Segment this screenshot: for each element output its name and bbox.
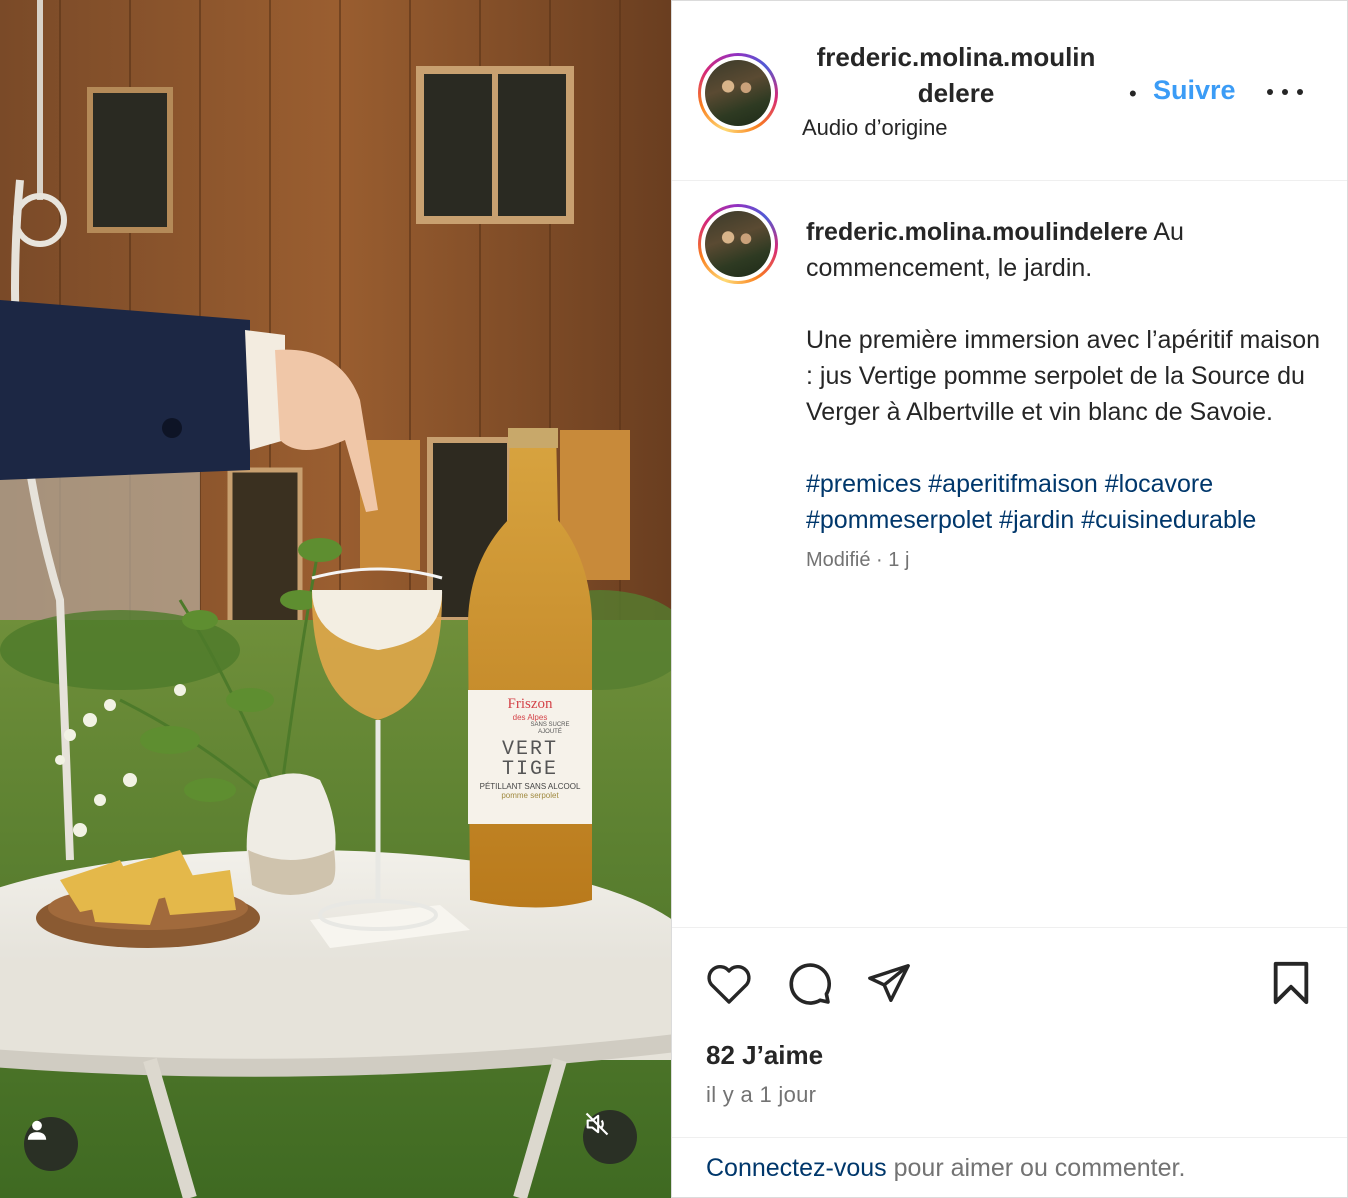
avatar-photo — [705, 211, 771, 277]
caption-section: frederic.molina.moulindelere Au commence… — [672, 182, 1347, 926]
hashtag[interactable]: #pommeserpolet — [806, 506, 992, 534]
user-icon — [27, 1120, 47, 1140]
login-rest: pour aimer ou commenter. — [886, 1154, 1186, 1182]
likes-count[interactable]: 82 J’aime — [706, 1040, 823, 1071]
caption: frederic.molina.moulindelere Au commence… — [806, 214, 1326, 574]
caption-avatar[interactable] — [698, 204, 778, 284]
like-button[interactable] — [704, 958, 754, 1008]
save-button[interactable] — [1266, 958, 1316, 1008]
post-age[interactable]: 1 j — [888, 549, 909, 571]
hashtag[interactable]: #aperitifmaison — [928, 470, 1098, 498]
post-details-panel: frederic.molina.moulin delere Audio d’or… — [671, 0, 1348, 1198]
post-photo — [0, 0, 671, 1198]
speaker-muted-icon — [585, 1112, 609, 1136]
post-media[interactable]: Friszon des Alpes SANS SUCRE AJOUTÉ VERT… — [0, 0, 671, 1198]
caption-body: Une première immersion avec l’apéritif m… — [806, 326, 1321, 426]
bookmark-icon — [1273, 961, 1309, 1005]
comment-icon — [789, 963, 832, 1005]
header-username-line1: frederic.molina.moulin — [816, 42, 1096, 72]
header-username[interactable]: frederic.molina.moulin delere — [797, 39, 1115, 111]
comment-button[interactable] — [784, 958, 834, 1008]
meta-separator: · — [870, 549, 889, 571]
avatar[interactable] — [698, 53, 778, 133]
hashtag[interactable]: #cuisinedurable — [1081, 506, 1256, 534]
post-header: frederic.molina.moulin delere Audio d’or… — [672, 1, 1347, 181]
paper-plane-icon — [868, 964, 910, 1002]
avatar-photo — [705, 60, 771, 126]
more-horizontal-icon — [1267, 89, 1273, 95]
login-link[interactable]: Connectez-vous — [706, 1154, 887, 1182]
audio-link[interactable]: Audio d’origine — [802, 115, 948, 141]
bottle-label: Friszon des Alpes SANS SUCRE AJOUTÉ VERT… — [470, 696, 590, 800]
bottle-label-badge: SANS SUCRE AJOUTÉ — [530, 722, 570, 735]
caption-meta: Modifié · 1 j — [806, 546, 1326, 574]
bottle-label-flavor: pomme serpolet — [501, 791, 559, 800]
hashtag[interactable]: #premices — [806, 470, 921, 498]
mute-button[interactable] — [583, 1110, 637, 1164]
more-options-button[interactable] — [1267, 77, 1303, 107]
bottle-label-name-1: VERT — [501, 738, 558, 761]
hashtags: #premices #aperitifmaison #locavore #pom… — [806, 466, 1326, 538]
caption-first-paragraph: frederic.molina.moulindelere Au commence… — [806, 214, 1326, 286]
header-username-line2: delere — [917, 78, 995, 108]
timestamp[interactable]: il y a 1 jour — [706, 1082, 816, 1108]
action-bar: 82 J’aime il y a 1 jour — [672, 927, 1347, 1137]
bottle-label-brand: Friszon — [507, 696, 553, 712]
share-button[interactable] — [864, 958, 914, 1008]
caption-username[interactable]: frederic.molina.moulindelere — [806, 218, 1148, 246]
login-text: Connectez-vous pour aimer ou commenter. — [706, 1154, 1185, 1183]
hashtag[interactable]: #jardin — [999, 506, 1074, 534]
login-prompt: Connectez-vous pour aimer ou commenter. — [672, 1137, 1347, 1198]
hashtag[interactable]: #locavore — [1105, 470, 1213, 498]
bottle-label-sub: des Alpes — [512, 713, 548, 722]
heart-icon — [707, 964, 751, 1004]
tagged-users-button[interactable] — [24, 1117, 78, 1171]
edited-label: Modifié — [806, 549, 871, 571]
follow-button[interactable]: Suivre — [1153, 75, 1236, 106]
bottle-label-desc: PÉTILLANT SANS ALCOOL — [479, 782, 581, 791]
bottle-label-name-2: TIGE — [501, 758, 558, 781]
separator-dot: • — [1129, 81, 1137, 106]
